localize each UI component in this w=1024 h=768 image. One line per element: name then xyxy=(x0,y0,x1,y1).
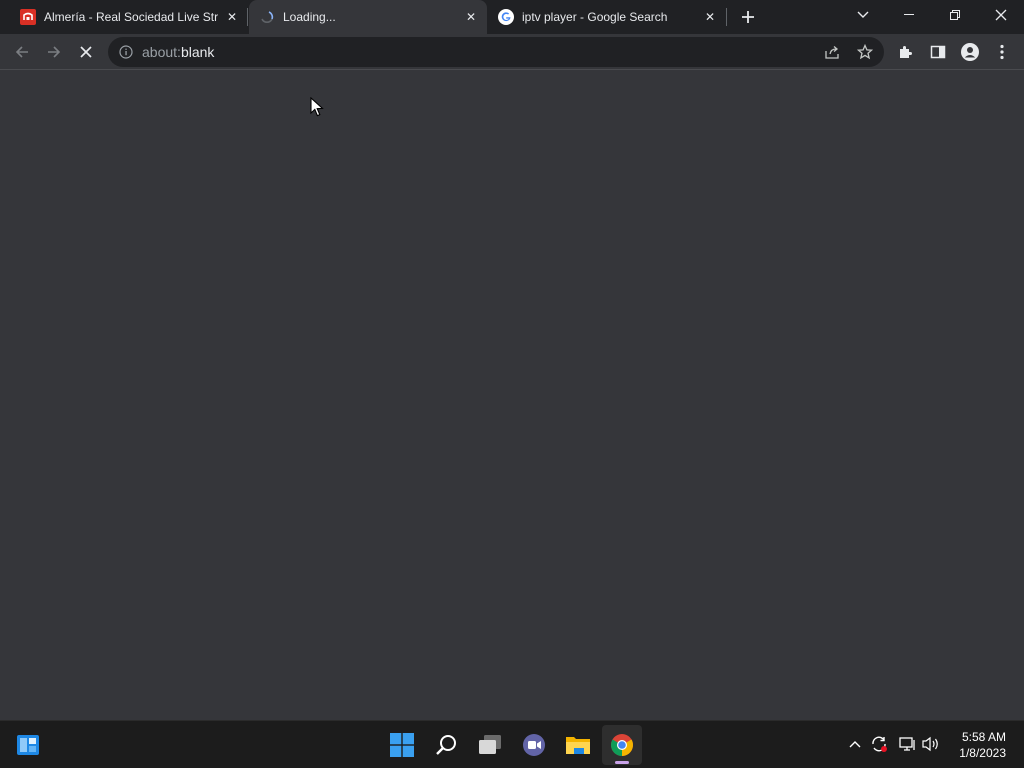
tab-google-search[interactable]: iptv player - Google Search ✕ xyxy=(488,0,726,34)
taskbar: 5:58 AM 1/8/2023 xyxy=(0,720,1024,768)
back-button[interactable] xyxy=(8,38,36,66)
tab-separator xyxy=(247,8,248,26)
url-host: blank xyxy=(180,44,215,60)
close-icon xyxy=(995,9,1007,21)
toolbar: about:blank xyxy=(0,34,1024,70)
chrome-button[interactable] xyxy=(602,725,642,765)
arrow-right-icon xyxy=(48,46,61,58)
restore-button[interactable] xyxy=(932,0,978,30)
arrow-left-icon xyxy=(15,46,28,58)
url-text: about:blank xyxy=(142,44,214,60)
kebab-menu-icon xyxy=(1000,44,1004,60)
tab-strip: Almería - Real Sociedad Live Stre ✕ Load… xyxy=(0,0,1024,34)
chrome-icon xyxy=(611,734,633,756)
start-button[interactable] xyxy=(382,725,422,765)
close-icon[interactable]: ✕ xyxy=(224,9,240,25)
widgets-button[interactable] xyxy=(8,725,48,765)
restore-icon xyxy=(950,10,960,20)
plus-icon xyxy=(742,11,754,23)
star-icon[interactable] xyxy=(856,43,874,65)
extensions-button[interactable] xyxy=(892,38,920,66)
tab-separator xyxy=(726,8,727,26)
widgets-icon xyxy=(17,735,39,755)
tab-title: Loading... xyxy=(283,10,336,24)
info-icon[interactable] xyxy=(119,45,133,64)
sync-status-button[interactable] xyxy=(868,733,890,755)
page-content xyxy=(0,71,1024,720)
clock-date: 1/8/2023 xyxy=(959,746,1006,760)
url-scheme: about: xyxy=(142,44,181,60)
task-view-icon xyxy=(479,735,501,754)
profile-icon xyxy=(961,43,979,61)
red-stream-site-icon xyxy=(20,9,36,25)
share-icon[interactable] xyxy=(824,44,840,65)
tab-title: iptv player - Google Search xyxy=(522,10,668,24)
network-button[interactable] xyxy=(896,733,918,755)
close-icon[interactable]: ✕ xyxy=(463,9,479,25)
chevron-up-icon xyxy=(849,741,861,748)
tab-search-button[interactable] xyxy=(840,0,886,30)
mouse-cursor-icon xyxy=(310,96,324,122)
stop-loading-button[interactable] xyxy=(72,38,100,66)
file-explorer-button[interactable] xyxy=(558,725,598,765)
chevron-down-icon xyxy=(857,11,869,18)
chrome-menu-button[interactable] xyxy=(988,38,1016,66)
clock-time: 5:58 AM xyxy=(961,730,1006,744)
minimize-icon xyxy=(904,14,914,15)
teams-chat-icon xyxy=(523,734,545,756)
volume-icon xyxy=(922,736,938,752)
forward-button[interactable] xyxy=(40,38,68,66)
profile-button[interactable] xyxy=(956,38,984,66)
active-app-indicator xyxy=(615,761,629,764)
task-view-button[interactable] xyxy=(470,725,510,765)
network-icon xyxy=(899,737,915,751)
start-icon xyxy=(390,733,414,757)
google-g-icon xyxy=(498,9,514,25)
teams-chat-button[interactable] xyxy=(514,725,554,765)
side-panel-button[interactable] xyxy=(924,38,952,66)
volume-button[interactable] xyxy=(920,733,942,755)
sync-icon xyxy=(872,736,887,752)
new-tab-button[interactable] xyxy=(734,3,762,31)
puzzle-icon xyxy=(900,46,912,58)
search-icon xyxy=(436,735,456,755)
close-window-button[interactable] xyxy=(978,0,1024,30)
close-icon[interactable]: ✕ xyxy=(702,9,718,25)
file-explorer-icon xyxy=(566,737,590,754)
minimize-button[interactable] xyxy=(886,0,932,30)
search-button[interactable] xyxy=(426,725,466,765)
system-clock[interactable]: 5:58 AM 1/8/2023 xyxy=(959,729,1006,761)
browser-window: Almería - Real Sociedad Live Stre ✕ Load… xyxy=(0,0,1024,720)
close-icon xyxy=(80,46,92,58)
tab-title: Almería - Real Sociedad Live Stre xyxy=(44,10,218,24)
loading-spinner-icon xyxy=(259,9,275,25)
side-panel-icon xyxy=(930,45,946,59)
tab-loading[interactable]: Loading... ✕ xyxy=(249,0,487,34)
show-hidden-icons-button[interactable] xyxy=(844,733,866,755)
tab-almeria[interactable]: Almería - Real Sociedad Live Stre ✕ xyxy=(8,0,246,34)
address-bar[interactable]: about:blank xyxy=(108,37,884,67)
